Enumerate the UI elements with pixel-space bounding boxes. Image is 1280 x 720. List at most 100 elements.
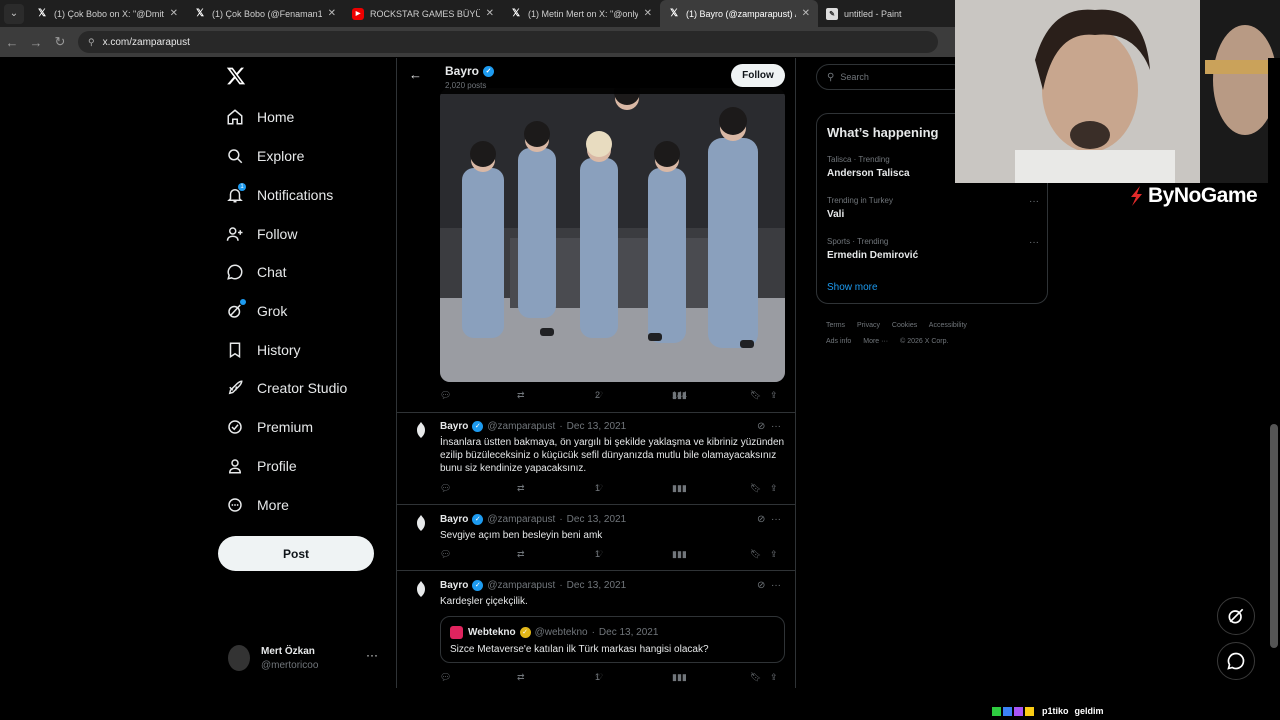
tweet-date[interactable]: Dec 13, 2021 (567, 514, 627, 525)
browser-tab[interactable]: ✎ untitled - Paint (818, 0, 976, 27)
close-tab-icon[interactable]: ✕ (170, 8, 178, 19)
more-dots-icon[interactable]: ··· (366, 648, 378, 662)
post-button[interactable]: Post (218, 536, 374, 571)
footer-link[interactable]: Terms (826, 322, 845, 329)
browser-tab[interactable]: 𝕏 (1) Metin Mert on X: "@onlydr ✕ (502, 0, 660, 27)
follow-button[interactable]: Follow (731, 64, 785, 87)
browser-tab[interactable]: 𝕏 (1) Çok Bobo (@Fenaman1) / X ✕ (186, 0, 344, 27)
show-more-link[interactable]: Show more (827, 282, 878, 293)
tweet-date[interactable]: Dec 13, 2021 (567, 580, 627, 591)
nav-item-premium[interactable]: Premium (226, 412, 313, 442)
home-icon (226, 108, 244, 126)
grok-icon[interactable]: ⊘ (757, 580, 765, 591)
reply-icon[interactable]: 💬︎ (440, 390, 451, 401)
more-dots-icon[interactable]: ··· (1029, 237, 1039, 248)
tab-search-button[interactable]: ⌄ (4, 3, 24, 24)
address-bar[interactable]: ⚲ x.com/zamparapust (78, 31, 938, 53)
profile-timeline: ← Bayro ✓ 2,020 posts Follow 💬︎ ⇄ ♡ 2 ▮▮… (396, 58, 796, 688)
repost-icon[interactable]: ⇄ (517, 549, 525, 560)
share-icon[interactable]: ⇪ (770, 672, 778, 683)
grok-dot (240, 299, 246, 305)
footer-link[interactable]: More ··· (863, 338, 888, 345)
back-arrow-icon[interactable]: ← (0, 35, 24, 50)
reply-icon[interactable]: 💬︎ (440, 672, 451, 683)
footer-link[interactable]: Privacy (857, 322, 880, 329)
nav-item-chat[interactable]: Chat (226, 257, 287, 287)
nav-item-history[interactable]: History (226, 335, 301, 365)
chat-icon (1227, 652, 1245, 670)
repost-icon[interactable]: ⇄ (517, 390, 525, 401)
nav-item-profile[interactable]: Profile (226, 451, 297, 481)
views-button[interactable]: ▮▮▮ 144 (672, 390, 689, 401)
bookmark-icon[interactable]: 🔖︎ (750, 483, 761, 494)
back-arrow-icon[interactable]: ← (409, 67, 422, 82)
footer-link[interactable]: Accessibility (929, 322, 967, 329)
reload-icon[interactable]: ↻ (48, 34, 72, 50)
share-icon[interactable]: ⇪ (770, 549, 778, 560)
bookmark-icon[interactable]: 🔖︎ (750, 672, 761, 683)
quoted-tweet[interactable]: Webtekno ✓ @webtekno · Dec 13, 2021 Sizc… (440, 616, 785, 663)
trends-title: What’s happening (827, 125, 939, 140)
badge-icon (1014, 706, 1023, 716)
nav-item-creator-studio[interactable]: Creator Studio (226, 373, 347, 403)
forward-arrow-icon[interactable]: → (24, 35, 48, 50)
page-scrollbar[interactable] (1268, 58, 1280, 688)
like-button[interactable]: ♡ 1 (595, 549, 606, 560)
browser-tab[interactable]: ▶ ROCKSTAR GAMES BÜYÜK S*Ç ✕ (344, 0, 502, 27)
views-icon[interactable]: ▮▮▮ (672, 549, 687, 560)
grok-icon[interactable]: ⊘ (757, 421, 765, 432)
grok-floating-button[interactable] (1217, 597, 1255, 635)
x-logo-icon[interactable] (226, 66, 246, 92)
nav-item-home[interactable]: Home (226, 102, 294, 132)
close-tab-icon[interactable]: ✕ (328, 8, 336, 19)
ferrari-avatar-icon (414, 580, 428, 598)
footer-link[interactable]: Ads info (826, 338, 851, 345)
trend-item[interactable]: Sports · Trending Ermedin Demirović ··· (827, 237, 1039, 261)
browser-tab[interactable]: 𝕏 (1) Çok Bobo on X: "@Dmitry_l ✕ (28, 0, 186, 27)
account-switcher[interactable]: Mert Özkan @mertoricoo ··· (228, 640, 388, 676)
tweet-date[interactable]: Dec 13, 2021 (567, 421, 627, 432)
search-input[interactable]: ⚲ Search (816, 64, 966, 90)
tweet-handle: @zamparapust (487, 580, 556, 591)
close-tab-icon[interactable]: ✕ (644, 8, 652, 19)
brand-logo-icon (1131, 186, 1142, 206)
grok-icon (226, 299, 246, 320)
site-info-icon[interactable]: ⚲ (88, 37, 95, 48)
bookmark-icon[interactable]: 🔖︎ (750, 390, 761, 401)
nav-item-grok[interactable]: Grok (226, 296, 287, 326)
like-button[interactable]: ♡ 2 (595, 390, 606, 401)
more-dots-icon[interactable]: ··· (771, 514, 781, 525)
repost-icon[interactable]: ⇄ (517, 672, 525, 683)
grok-icon[interactable]: ⊘ (757, 514, 765, 525)
post-media-image[interactable] (440, 88, 785, 382)
reply-icon[interactable]: 💬︎ (440, 483, 451, 494)
like-button[interactable]: ♡ 1 (595, 672, 606, 683)
badge-icon (1003, 706, 1012, 716)
reply-icon[interactable]: 💬︎ (440, 549, 451, 560)
paint-logo-icon: ✎ (826, 7, 838, 20)
nav-item-notifications[interactable]: 1 Notifications (226, 180, 333, 210)
nav-item-follow[interactable]: Follow (226, 219, 297, 249)
bookmark-icon[interactable]: 🔖︎ (750, 549, 761, 560)
nav-item-more[interactable]: More (226, 490, 289, 520)
views-icon[interactable]: ▮▮▮ (672, 483, 687, 494)
trend-item[interactable]: Trending in Turkey Vali ··· (827, 196, 1039, 220)
rocket-icon (226, 379, 244, 397)
footer-link[interactable]: Cookies (892, 322, 917, 329)
more-dots-icon[interactable]: ··· (771, 580, 781, 591)
more-dots-icon[interactable]: ··· (771, 421, 781, 432)
chat-floating-button[interactable] (1217, 642, 1255, 680)
share-icon[interactable]: ⇪ (770, 390, 778, 401)
more-dots-icon[interactable]: ··· (1029, 196, 1039, 207)
search-icon (226, 147, 244, 165)
views-icon[interactable]: ▮▮▮ (672, 672, 687, 683)
browser-tab-active[interactable]: 𝕏 (1) Bayro (@zamparapust) / X ✕ (660, 0, 818, 27)
repost-icon[interactable]: ⇄ (517, 483, 525, 494)
close-tab-icon[interactable]: ✕ (486, 8, 494, 19)
scrollbar-thumb[interactable] (1270, 424, 1278, 648)
like-button[interactable]: ♡ 1 (595, 483, 606, 494)
ferrari-avatar-icon (414, 421, 428, 439)
share-icon[interactable]: ⇪ (770, 483, 778, 494)
nav-item-explore[interactable]: Explore (226, 141, 304, 171)
close-tab-icon[interactable]: ✕ (802, 8, 810, 19)
